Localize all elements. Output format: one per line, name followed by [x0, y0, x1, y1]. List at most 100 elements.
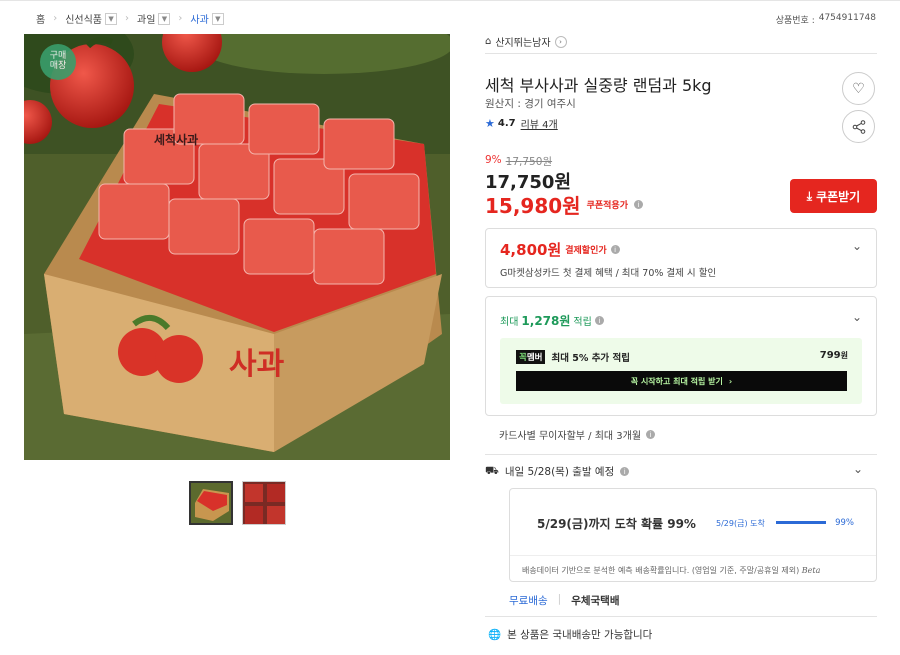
share-button[interactable]: [842, 110, 875, 143]
info-icon[interactable]: i: [646, 430, 656, 439]
breadcrumb-item-apple[interactable]: 사과 ▼: [190, 11, 224, 26]
info-icon[interactable]: i: [610, 245, 620, 254]
star-icon: ★: [485, 117, 495, 130]
badge-line: 매장: [49, 61, 67, 71]
purchase-store-badge: 구매 매장: [40, 44, 76, 80]
product-title: 세척 부사사과 실중량 랜덤과 5kg: [485, 76, 712, 95]
membership-tag-a: 꼭: [519, 353, 527, 363]
top-bar: 홈 › 신선식품 ▼ › 과일 ▼ › 사과 ▼ 상품번호 : 47549117…: [0, 0, 900, 34]
info-icon[interactable]: i: [594, 316, 604, 325]
chevron-down-icon[interactable]: ⌄: [853, 462, 863, 476]
delivery-probability-box: 5/29(금)까지 도착 확률 99% 5/29(금) 도착 99% 배송데이터…: [509, 488, 877, 582]
coupon-price: 15,980원: [485, 194, 581, 218]
departure-text: 내일 5/28(목) 출발 예정: [504, 466, 615, 478]
carrier-label: 우체국택배: [571, 595, 620, 607]
breadcrumb-label[interactable]: 과일: [137, 11, 155, 26]
probability-note-text: 배송데이터 기반으로 분석한 예측 배송확률입니다. (영업일 기준, 주말/공…: [522, 566, 800, 575]
points-header: 최대 1,278원 적립 i: [500, 312, 604, 329]
divider: [485, 454, 877, 455]
coupon-price-row: 15,980원 쿠폰적용가 i: [485, 190, 643, 219]
points-prefix: 최대: [500, 317, 519, 328]
membership-tag: 꼭멤버: [516, 350, 546, 364]
coupon-button-label: 쿠폰받기: [816, 189, 861, 204]
breadcrumb-label[interactable]: 신선식품: [65, 11, 102, 26]
discount-row: 9% 17,750원: [485, 154, 552, 169]
points-amount: 1,278원: [521, 314, 571, 328]
chevron-right-icon[interactable]: ›: [554, 35, 567, 48]
product-origin: 원산지 : 경기 여주시: [485, 98, 576, 110]
chevron-down-icon[interactable]: ▼: [105, 12, 118, 25]
globe-icon: 🌐: [488, 629, 502, 641]
truck-icon: ⛟: [485, 464, 499, 477]
membership-cta-button[interactable]: 꼭 시작하고 최대 적립 받기 ›: [516, 371, 847, 391]
separator: |: [557, 593, 562, 605]
seller-name[interactable]: 산지뛰는남자: [495, 34, 550, 49]
free-shipping-label: 무료배송: [509, 595, 548, 607]
points-suffix: 적립: [573, 317, 592, 328]
chevron-right-icon: ›: [728, 376, 733, 386]
info-icon[interactable]: i: [620, 467, 630, 476]
reviews-link[interactable]: 리뷰 4개: [521, 116, 558, 131]
membership-text: 최대 5% 추가 적립: [551, 353, 630, 364]
store-icon: ⌂: [485, 36, 492, 47]
product-number: 상품번호 : 4754911748: [776, 13, 876, 26]
probability-percent: 99%: [835, 518, 854, 528]
breadcrumb-label[interactable]: 사과: [190, 11, 208, 26]
membership-points: 799원: [820, 350, 848, 361]
thumbnail-list: [189, 481, 286, 525]
heart-icon: ♡: [852, 80, 865, 97]
divider: [485, 616, 877, 617]
chevron-down-icon[interactable]: ▼: [158, 12, 171, 25]
chevron-down-icon[interactable]: ⌄: [852, 310, 862, 324]
thumbnail-1[interactable]: [189, 481, 233, 525]
product-number-label: 상품번호 :: [775, 16, 815, 26]
breadcrumb: 홈 › 신선식품 ▼ › 과일 ▼ › 사과 ▼: [36, 11, 224, 26]
thumbnail-2[interactable]: [242, 481, 286, 525]
share-icon: [852, 119, 865, 134]
coupon-price-label: 쿠폰적용가: [586, 201, 628, 211]
badge-line: 구매: [49, 51, 67, 61]
breadcrumb-separator-icon: ›: [53, 13, 58, 24]
payment-discount-label: 결제할인가: [565, 246, 607, 256]
info-icon[interactable]: i: [633, 200, 643, 209]
probability-label: 5/29(금) 도착: [716, 519, 765, 528]
get-coupon-button[interactable]: ⤓ 쿠폰받기: [790, 179, 877, 213]
breadcrumb-item-fruit[interactable]: 과일 ▼: [137, 11, 171, 26]
seller-link[interactable]: ⌂ 산지뛰는남자 ›: [485, 34, 877, 54]
chevron-down-icon[interactable]: ▼: [211, 12, 224, 25]
membership-row: 꼭멤버 최대 5% 추가 적립: [516, 350, 630, 364]
probability-bar-fill: [776, 521, 826, 524]
thumbnail-image: [243, 482, 285, 524]
chevron-down-icon[interactable]: ⌄: [852, 239, 862, 253]
wishlist-button[interactable]: ♡: [842, 72, 875, 105]
thumbnail-image: [191, 483, 231, 523]
membership-tag-b: 멤버: [526, 353, 543, 363]
points-box[interactable]: 최대 1,278원 적립 i ⌄ 꼭멤버 최대 5% 추가 적립 799원 꼭 …: [485, 296, 877, 416]
svg-text:사과: 사과: [229, 347, 285, 382]
payment-discount-desc: G마켓삼성카드 첫 결제 혜택 / 최대 70% 결제 시 할인: [500, 268, 717, 279]
shipping-method-row: 무료배송 | 우체국택배: [509, 593, 620, 608]
domestic-only-text: 본 상품은 국내배송만 가능합니다: [507, 629, 653, 641]
membership-cta-label: 꼭 시작하고 최대 적립 받기: [630, 376, 723, 386]
rating-summary: ★ 4.7 리뷰 4개: [485, 116, 558, 131]
probability-note: 배송데이터 기반으로 분석한 예측 배송확률입니다. (영업일 기준, 주말/공…: [510, 555, 876, 582]
payment-discount-box[interactable]: 4,800원 결제할인가 i G마켓삼성카드 첫 결제 혜택 / 최대 70% …: [485, 228, 877, 288]
breadcrumb-item-home[interactable]: 홈: [36, 11, 45, 26]
beta-label: Beta: [801, 566, 821, 575]
membership-points-value: 799: [819, 350, 841, 361]
product-main-image[interactable]: 세척사과 사과 구매 매장: [24, 34, 450, 460]
rating-score: 4.7: [497, 118, 516, 129]
payment-discount-amount: 4,800원: [500, 241, 562, 259]
probability-main: 5/29(금)까지 도착 확률 99%: [537, 517, 696, 531]
membership-points-unit: 원: [840, 351, 848, 360]
breadcrumb-separator-icon: ›: [125, 13, 130, 24]
domestic-only-notice: 🌐 본 상품은 국내배송만 가능합니다: [488, 627, 652, 642]
breadcrumb-label[interactable]: 홈: [36, 11, 45, 26]
original-price: 17,750원: [505, 156, 553, 168]
payment-discount-amount-row: 4,800원 결제할인가 i: [500, 239, 620, 260]
breadcrumb-separator-icon: ›: [178, 13, 183, 24]
breadcrumb-item-fresh[interactable]: 신선식품 ▼: [65, 11, 118, 26]
discount-percent: 9%: [485, 154, 502, 166]
product-number-value: 4754911748: [818, 13, 876, 23]
svg-text:세척사과: 세척사과: [154, 132, 198, 147]
